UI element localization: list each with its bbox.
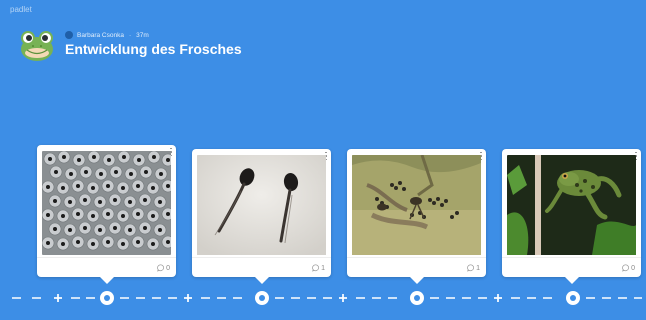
timeline-dash	[217, 297, 226, 299]
post-card[interactable]: 1	[347, 149, 486, 284]
comment-count[interactable]: 0	[157, 264, 170, 272]
timeline	[0, 291, 646, 305]
comment-icon	[467, 264, 475, 272]
timeline-dash	[388, 297, 397, 299]
author-avatar[interactable]	[65, 31, 73, 39]
timeline-dash	[356, 297, 365, 299]
timeline-dash	[71, 297, 80, 299]
post-meta: Barbara Csonka · 37m	[65, 31, 149, 39]
add-post-icon[interactable]	[53, 293, 63, 303]
brand-logo[interactable]: padlet	[10, 5, 32, 14]
post-footer: 1	[347, 257, 486, 277]
comment-icon	[157, 264, 165, 272]
author-name[interactable]: Barbara Csonka	[77, 32, 124, 39]
timeline-dash	[586, 297, 595, 299]
frog-spawn-photo[interactable]	[42, 151, 171, 255]
timeline-dash	[446, 297, 455, 299]
post-footer: 0	[502, 257, 641, 277]
timeline-dash	[233, 297, 242, 299]
board-header	[19, 27, 65, 63]
add-post-icon[interactable]	[183, 293, 193, 303]
timeline-dash	[527, 297, 536, 299]
card-pointer	[409, 277, 424, 284]
add-post-icon[interactable]	[338, 293, 348, 303]
add-post-icon[interactable]	[493, 293, 503, 303]
timeline-node[interactable]	[566, 291, 580, 305]
page-title: Entwicklung des Frosches	[65, 41, 242, 57]
post-card[interactable]: 0	[37, 145, 176, 284]
timeline-dash	[372, 297, 381, 299]
comment-count-value: 0	[631, 264, 635, 272]
timeline-node[interactable]	[255, 291, 269, 305]
comment-count[interactable]: 1	[467, 264, 480, 272]
comment-count-value: 1	[476, 264, 480, 272]
comment-count-value: 0	[166, 264, 170, 272]
timeline-dash	[86, 297, 95, 299]
timeline-dash	[478, 297, 487, 299]
tadpoles-image	[197, 155, 326, 255]
timeline-node[interactable]	[410, 291, 424, 305]
frog-spawn-image	[42, 151, 171, 255]
post-footer: 1	[192, 257, 331, 277]
timeline-dash	[291, 297, 300, 299]
timeline-dash	[201, 297, 210, 299]
post-footer: 0	[37, 257, 176, 277]
timeline-dash	[462, 297, 471, 299]
timeline-dash	[152, 297, 161, 299]
timeline-dash	[168, 297, 177, 299]
post-card[interactable]: 1	[192, 149, 331, 284]
comment-count[interactable]: 1	[312, 264, 325, 272]
comment-icon	[622, 264, 630, 272]
timeline-dash	[602, 297, 611, 299]
timeline-dash	[275, 297, 284, 299]
timeline-dash	[12, 297, 21, 299]
comment-count-value: 1	[321, 264, 325, 272]
timeline-dash	[323, 297, 332, 299]
timeline-dash	[120, 297, 129, 299]
card-pointer	[564, 277, 579, 284]
post-card[interactable]: 0	[502, 149, 641, 284]
timeline-dash	[618, 297, 627, 299]
timeline-dash	[430, 297, 439, 299]
frog-photo[interactable]	[507, 155, 636, 259]
tadpoles-with-legs-photo[interactable]	[352, 155, 481, 259]
timeline-dash	[307, 297, 316, 299]
timeline-dash	[511, 297, 520, 299]
meta-separator: ·	[128, 31, 132, 39]
timeline-dash	[136, 297, 145, 299]
comment-count[interactable]: 0	[622, 264, 635, 272]
timeline-dash	[634, 297, 642, 299]
frog-image	[507, 155, 636, 255]
tadpoles-with-legs-image	[352, 155, 481, 255]
timestamp: 37m	[136, 31, 149, 39]
frog-emoji-icon	[21, 31, 53, 61]
card-pointer	[99, 277, 114, 284]
timeline-dash	[543, 297, 552, 299]
timeline-dash	[32, 297, 41, 299]
comment-icon	[312, 264, 320, 272]
tadpoles-photo[interactable]	[197, 155, 326, 259]
timeline-node[interactable]	[100, 291, 114, 305]
card-pointer	[254, 277, 269, 284]
